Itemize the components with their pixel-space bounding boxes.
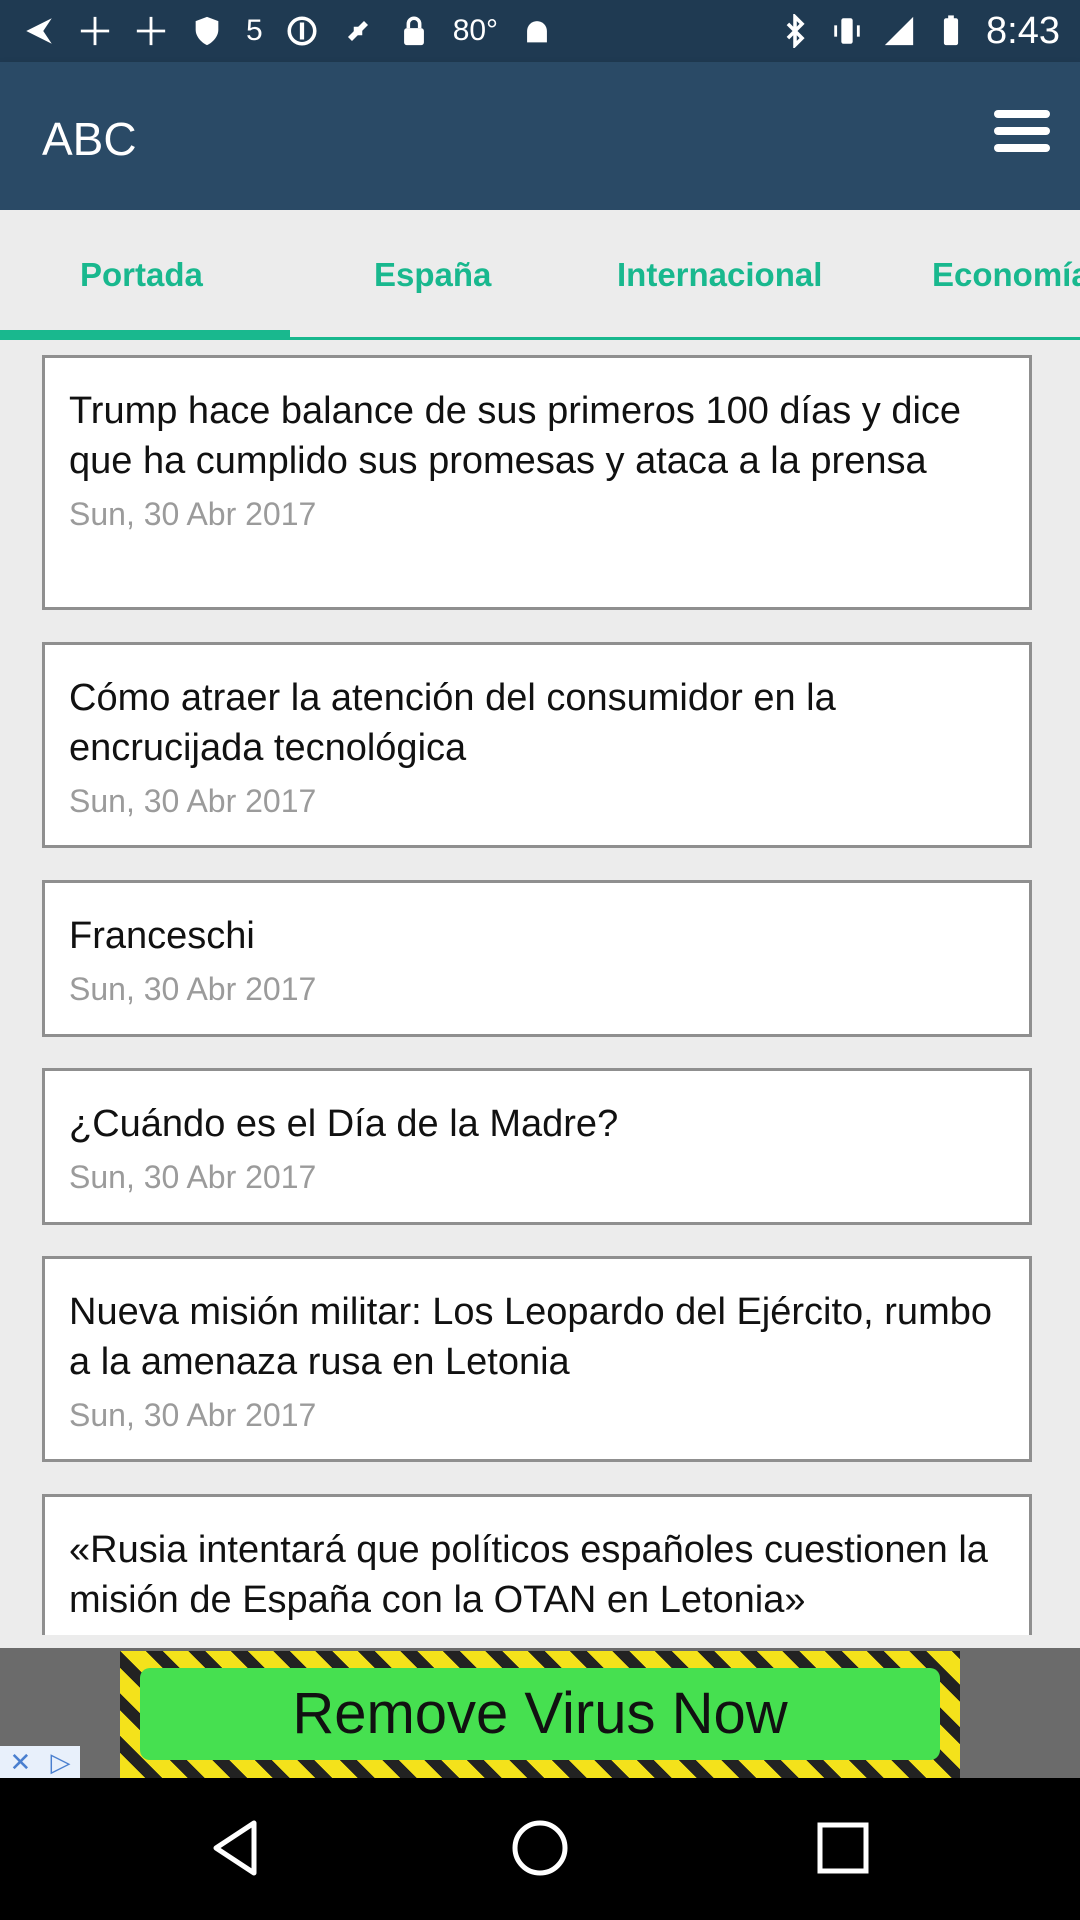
news-card-title: ¿Cuándo es el Día de la Madre? <box>69 1103 619 1145</box>
adchoices-icon[interactable]: ▷ <box>50 1747 70 1778</box>
lock-icon <box>397 14 431 48</box>
fan-icon <box>78 14 112 48</box>
tab-internacional[interactable]: Internacional <box>617 210 822 336</box>
shield-icon <box>190 14 224 48</box>
navigation-bar <box>0 1778 1080 1920</box>
tab-economia[interactable]: Economía <box>932 210 1080 336</box>
news-card-title: Franceschi <box>69 915 255 957</box>
news-card-title: Trump hace balance de sus primeros 100 d… <box>69 390 962 482</box>
status-bar-left: 5 80° <box>22 0 554 62</box>
section-tabs: Portada España Internacional Economía <box>0 210 1080 340</box>
ad-controls[interactable]: ✕ ▷ <box>0 1746 80 1778</box>
tab-portada[interactable]: Portada <box>80 210 203 336</box>
status-time: 8:43 <box>986 9 1060 52</box>
app-bar: ABC <box>0 62 1080 210</box>
news-card-date: Sun, 30 Abr 2017 <box>69 783 317 819</box>
news-card-date: Sun, 30 Abr 2017 <box>69 1397 317 1433</box>
news-card-title: «Rusia intentará que políticos españoles… <box>69 1529 988 1621</box>
android-icon <box>520 14 554 48</box>
news-card-title: Cómo atraer la atención del consumidor e… <box>69 677 836 769</box>
news-card-title: Nueva misión militar: Los Leopardo del E… <box>69 1291 992 1383</box>
home-icon[interactable] <box>505 1813 575 1883</box>
battery-icon <box>934 14 968 48</box>
ad-button[interactable]: Remove Virus Now <box>140 1668 940 1760</box>
status-bar: 5 80° 8:43 <box>0 0 1080 62</box>
back-icon[interactable] <box>202 1813 272 1883</box>
recents-icon[interactable] <box>808 1813 878 1883</box>
news-card[interactable]: Nueva misión militar: Los Leopardo del E… <box>42 1256 1032 1462</box>
menu-icon[interactable] <box>994 110 1050 160</box>
menu-bar <box>994 110 1050 118</box>
news-card-date: Sun, 30 Abr 2017 <box>69 971 317 1007</box>
ad-banner[interactable]: Remove Virus Now ✕ ▷ <box>0 1648 1080 1778</box>
news-card-date: Sun, 30 Abr 2017 <box>69 1159 317 1195</box>
news-card-date: Sun, 30 Abr 2017 <box>69 496 317 532</box>
vibrate-icon <box>830 14 864 48</box>
bluetooth-icon <box>778 14 812 48</box>
tab-selected-indicator <box>0 330 290 338</box>
temperature-text: 80° <box>452 14 499 47</box>
signal-icon <box>882 14 916 48</box>
back-arrow-icon <box>22 14 56 48</box>
menu-bar <box>994 144 1050 152</box>
news-feed[interactable]: Trump hace balance de sus primeros 100 d… <box>0 340 1080 1635</box>
news-card[interactable]: ¿Cuándo es el Día de la Madre? Sun, 30 A… <box>42 1068 1032 1225</box>
app-title: ABC <box>42 113 137 165</box>
fan-icon <box>134 14 168 48</box>
menu-bar <box>994 127 1050 135</box>
status-bar-right: 8:43 <box>778 0 1060 62</box>
notification-number: 5 <box>246 14 263 47</box>
satellite-icon <box>341 14 375 48</box>
close-icon[interactable]: ✕ <box>10 1747 32 1778</box>
news-card[interactable]: «Rusia intentará que políticos españoles… <box>42 1494 1032 1635</box>
news-card[interactable]: Trump hace balance de sus primeros 100 d… <box>42 355 1032 610</box>
tab-espana[interactable]: España <box>374 210 491 336</box>
news-card[interactable]: Franceschi Sun, 30 Abr 2017 <box>42 880 1032 1037</box>
circle-icon <box>285 14 319 48</box>
news-card[interactable]: Cómo atraer la atención del consumidor e… <box>42 642 1032 848</box>
